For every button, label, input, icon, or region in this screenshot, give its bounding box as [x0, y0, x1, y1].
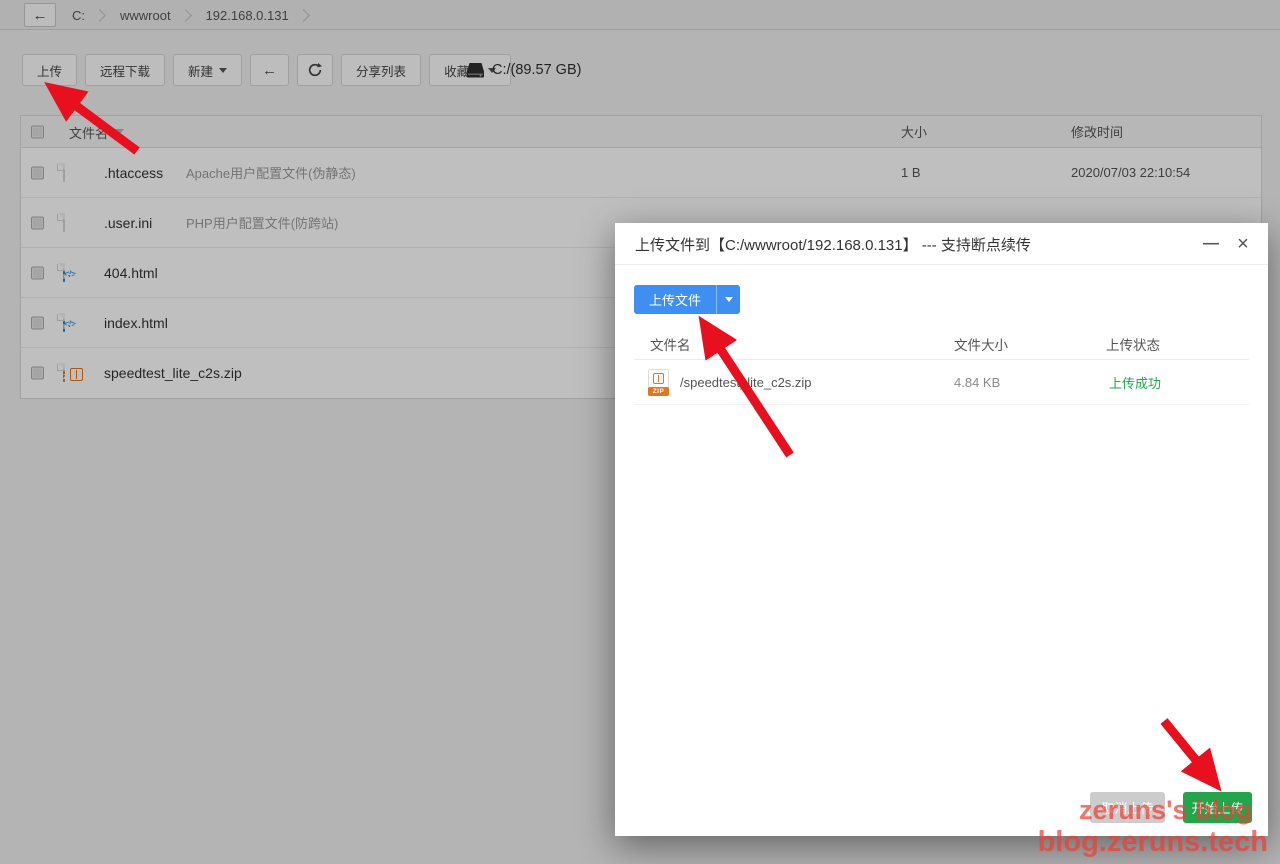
dialog-titlebar: 上传文件到【C:/wwwroot/192.168.0.131】 --- 支持断点… — [615, 223, 1268, 265]
upload-row: ZIP /speedtest_lite_c2s.zip 4.84 KB 上传成功 — [634, 360, 1249, 405]
upload-col-status: 上传状态 — [1106, 328, 1160, 360]
close-button[interactable]: × — [1228, 223, 1258, 265]
upload-table-header: 文件名 文件大小 上传状态 — [634, 328, 1249, 360]
upload-col-size: 文件大小 — [954, 328, 1008, 360]
upload-options-dropdown[interactable] — [716, 285, 740, 314]
caret-down-icon — [725, 297, 733, 302]
upload-dialog: 上传文件到【C:/wwwroot/192.168.0.131】 --- 支持断点… — [615, 223, 1268, 836]
start-upload-button[interactable]: 开始上传 — [1183, 792, 1252, 823]
close-icon: × — [1237, 233, 1249, 256]
upload-file-size: 4.84 KB — [954, 360, 1000, 405]
upload-status: 上传成功 — [1109, 360, 1161, 405]
dialog-title: 上传文件到【C:/wwwroot/192.168.0.131】 --- 支持断点… — [635, 223, 1031, 265]
cancel-upload-button[interactable]: 取消上传 — [1090, 792, 1165, 823]
minimize-button[interactable]: — — [1196, 223, 1226, 265]
zip-file-icon: ZIP — [648, 360, 669, 405]
upload-file-button[interactable]: 上传文件 — [634, 285, 716, 314]
upload-file-name: /speedtest_lite_c2s.zip — [680, 360, 812, 405]
upload-file-split-button[interactable]: 上传文件 — [634, 285, 740, 314]
minimize-icon: — — [1203, 235, 1219, 253]
upload-col-filename: 文件名 — [650, 328, 691, 360]
